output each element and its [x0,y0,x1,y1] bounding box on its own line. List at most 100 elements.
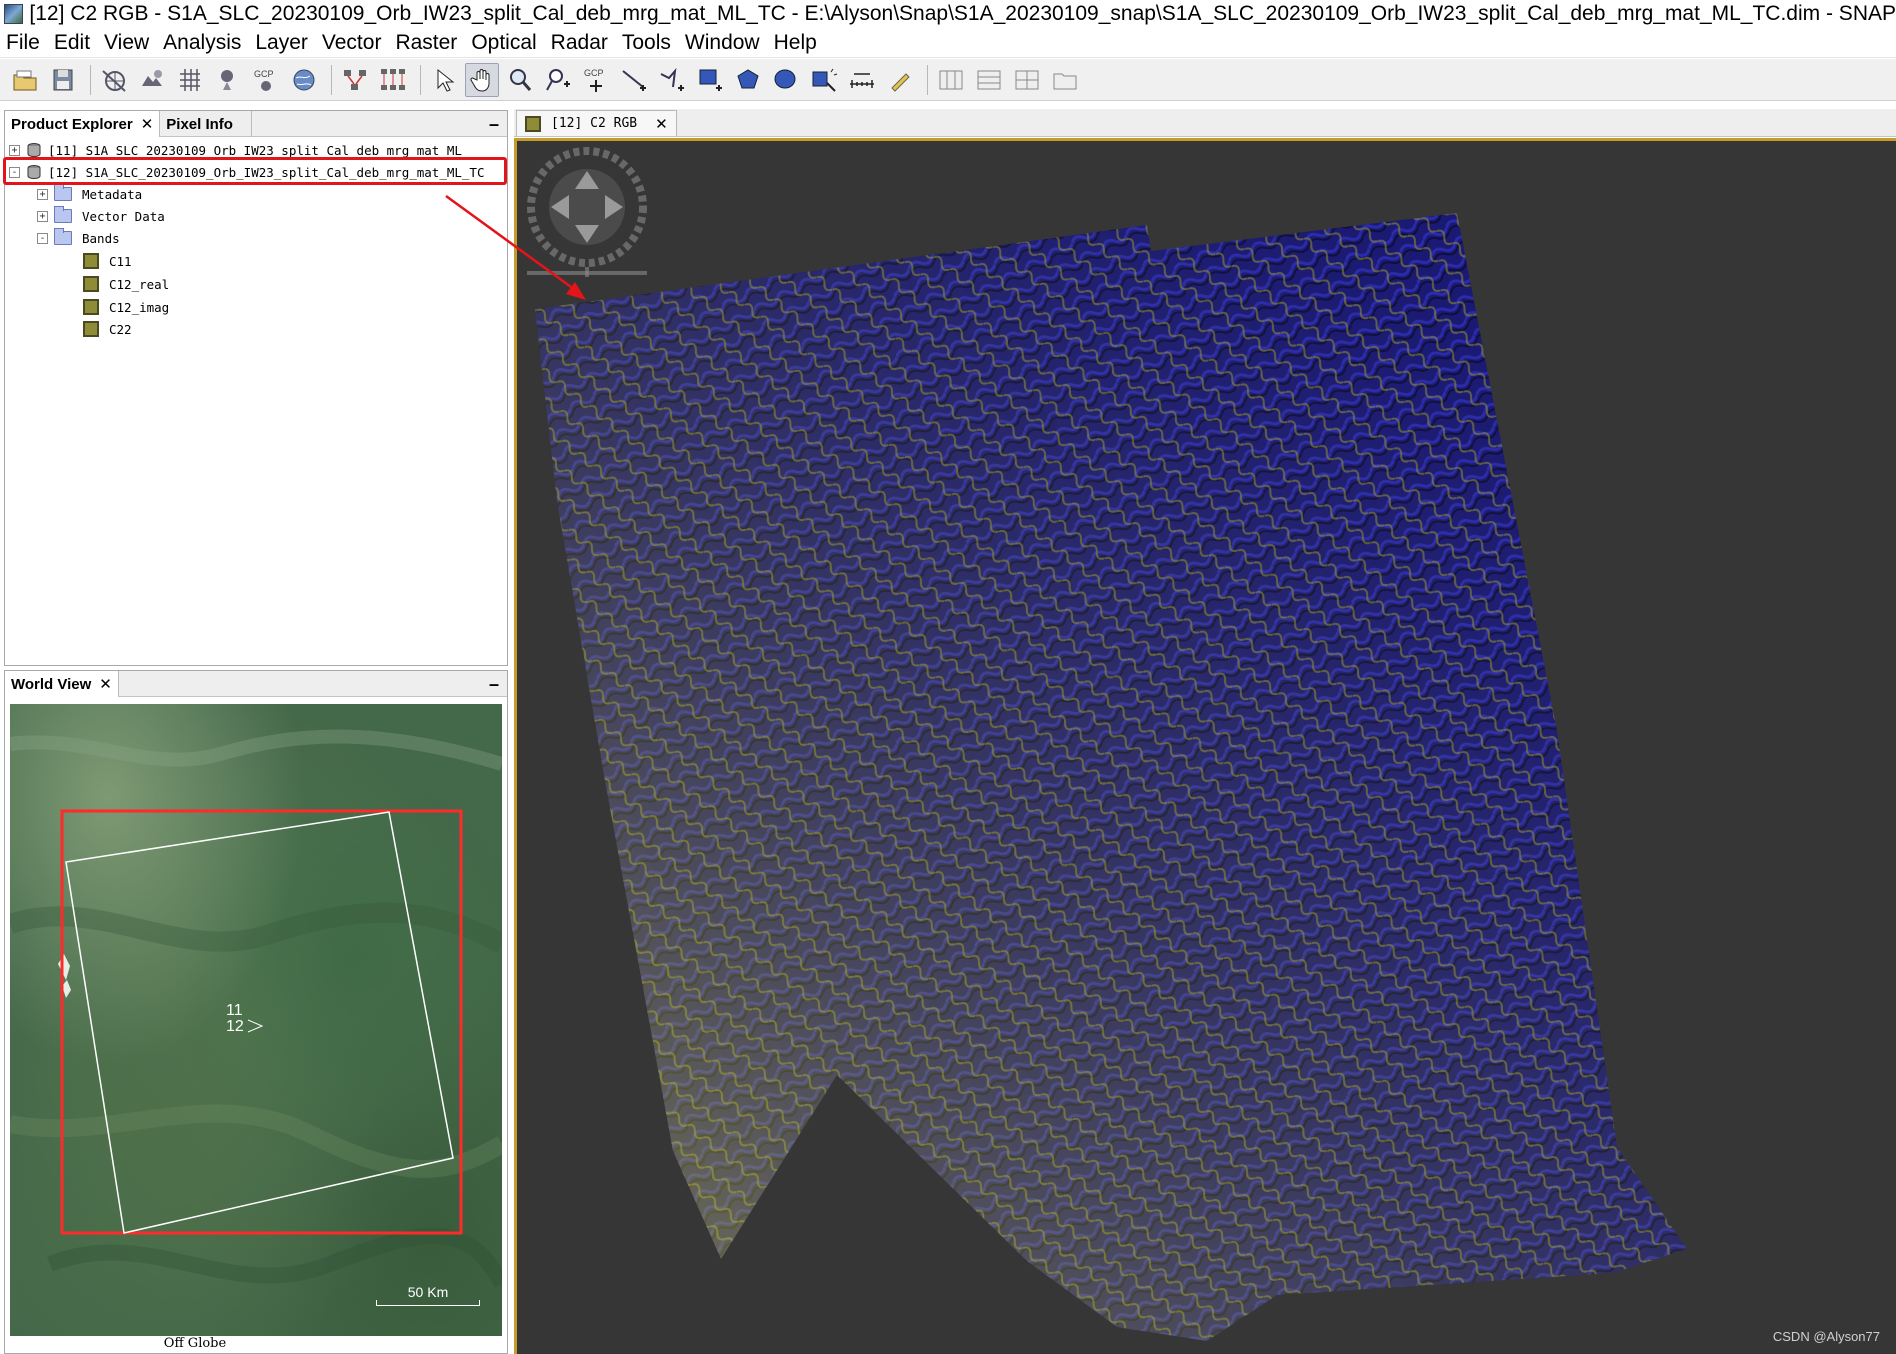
batch-processing-icon[interactable] [376,63,410,97]
tab-world-view[interactable]: World View ✕ [5,671,119,697]
tile-evenly-icon[interactable] [1010,63,1044,97]
expand-toggle[interactable]: + [9,144,20,156]
line-drawing-tool-icon[interactable] [617,63,651,97]
image-view-tabstrip: [12] C2 RGB ✕ [514,109,1896,137]
globe-status: Off Globe [163,1336,227,1351]
tab-pixel-info-label: Pixel Info [166,115,233,133]
band-icon [83,276,99,292]
menu-file[interactable]: File [0,29,47,57]
folder-label: Metadata [82,186,143,202]
tab-pixel-info[interactable]: Pixel Info [160,111,253,137]
menu-analysis[interactable]: Analysis [156,29,248,57]
scale-bar: 50 Km [376,1284,480,1306]
world-map[interactable]: 11 12 [10,704,502,1336]
menu-radar[interactable]: Radar [544,29,615,57]
image-view-canvas[interactable]: CSDN @Alyson77 [514,138,1896,1354]
folder-icon [54,206,72,223]
world-view-icon[interactable] [97,63,131,97]
folder-vector-data[interactable]: + Vector Data [37,205,165,227]
world-view-tabstrip: World View ✕ [5,671,507,697]
graticule-icon[interactable] [173,63,207,97]
folder-bands[interactable]: - Bands [37,227,120,249]
magic-wand-tool-icon[interactable] [807,63,841,97]
menu-raster[interactable]: Raster [388,29,464,57]
expand-toggle[interactable]: + [37,210,48,222]
band-icon [83,253,99,269]
product-label-11: 11 [226,1002,243,1019]
world-map-icon[interactable] [287,63,321,97]
highlight-box [3,157,507,185]
band-c12-real[interactable]: C12_real [83,273,169,295]
close-icon[interactable]: ✕ [99,675,112,693]
expand-toggle[interactable]: + [37,188,48,200]
tile-vertical-icon[interactable] [972,63,1006,97]
product-database-icon [27,143,41,158]
tab-c2-rgb-label: [12] C2 RGB [551,116,638,131]
minimize-panel-button[interactable]: – [489,111,499,137]
pin-icon[interactable] [211,63,245,97]
tab-c2-rgb[interactable]: [12] C2 RGB ✕ [516,110,677,136]
overlay-icon[interactable] [135,63,169,97]
pin-placing-tool-icon[interactable] [541,63,575,97]
select-tool-icon[interactable] [427,63,461,97]
toolbar-separator [927,64,928,95]
menu-bar: File Edit View Analysis Layer Vector Ras… [0,28,1896,58]
band-c22[interactable]: C22 [83,318,132,340]
pen-tool-icon[interactable] [883,63,917,97]
gcp-icon[interactable]: GCP [249,63,283,97]
gcp-placing-tool-icon[interactable]: GCP [579,63,613,97]
folder-label: Bands [82,230,120,246]
polyline-drawing-tool-icon[interactable] [655,63,689,97]
folder-metadata[interactable]: + Metadata [37,183,142,205]
band-label: C12_imag [109,299,170,315]
toolbar-separator [90,64,91,95]
gcp-tool-label: GCP [584,68,604,78]
sar-rgb-image [535,213,1687,1341]
menu-tools[interactable]: Tools [615,29,678,57]
product-label-12: 12 [226,1018,244,1035]
graph-builder-icon[interactable] [338,63,372,97]
world-map-overlay: 11 12 [10,729,502,1288]
menu-vector[interactable]: Vector [315,29,389,57]
tab-product-explorer-label: Product Explorer [11,115,133,133]
ellipse-drawing-tool-icon[interactable] [769,63,803,97]
scale-label: 50 Km [407,1284,449,1300]
band-icon [83,321,99,337]
main-toolbar: GCP GCP [0,59,1896,101]
menu-view[interactable]: View [97,29,156,57]
tile-single-icon[interactable] [1048,63,1082,97]
open-product-icon[interactable] [8,63,42,97]
pan-tool-icon[interactable] [465,62,499,97]
band-c11[interactable]: C11 [83,250,132,272]
tile-horizontal-icon[interactable] [934,63,968,97]
product-explorer-tabstrip: Product Explorer ✕ Pixel Info [5,111,507,137]
folder-icon [54,228,72,245]
menu-window[interactable]: Window [678,29,767,57]
cursor-arrow-icon [247,1019,264,1033]
menu-optical[interactable]: Optical [464,29,543,57]
close-icon[interactable]: ✕ [141,115,154,133]
band-label: C12_real [109,276,170,292]
window-title-bar: [12] C2 RGB - S1A_SLC_20230109_Orb_IW23_… [0,0,1896,28]
polygon-drawing-tool-icon[interactable] [731,63,765,97]
band-c12-imag[interactable]: C12_imag [83,296,169,318]
folder-icon [54,184,72,201]
band-label: C11 [109,253,132,269]
close-icon[interactable]: ✕ [655,115,668,133]
rectangle-drawing-tool-icon[interactable] [693,63,727,97]
menu-edit[interactable]: Edit [47,29,97,57]
minimize-panel-button[interactable]: – [489,671,499,697]
save-product-icon[interactable] [46,63,80,97]
toolbar-separator [331,64,332,95]
scale-line [376,1300,480,1306]
band-icon [83,299,99,315]
menu-layer[interactable]: Layer [248,29,315,57]
collapse-toggle[interactable]: - [37,232,48,244]
menu-help[interactable]: Help [767,29,824,57]
range-finder-tool-icon[interactable] [845,63,879,97]
snap-app-icon [4,4,24,24]
tab-product-explorer[interactable]: Product Explorer ✕ [5,111,161,137]
product-explorer-panel: Product Explorer ✕ Pixel Info – + [11] S… [3,110,508,666]
zoom-tool-icon[interactable] [503,63,537,97]
navigation-control[interactable] [527,147,647,277]
